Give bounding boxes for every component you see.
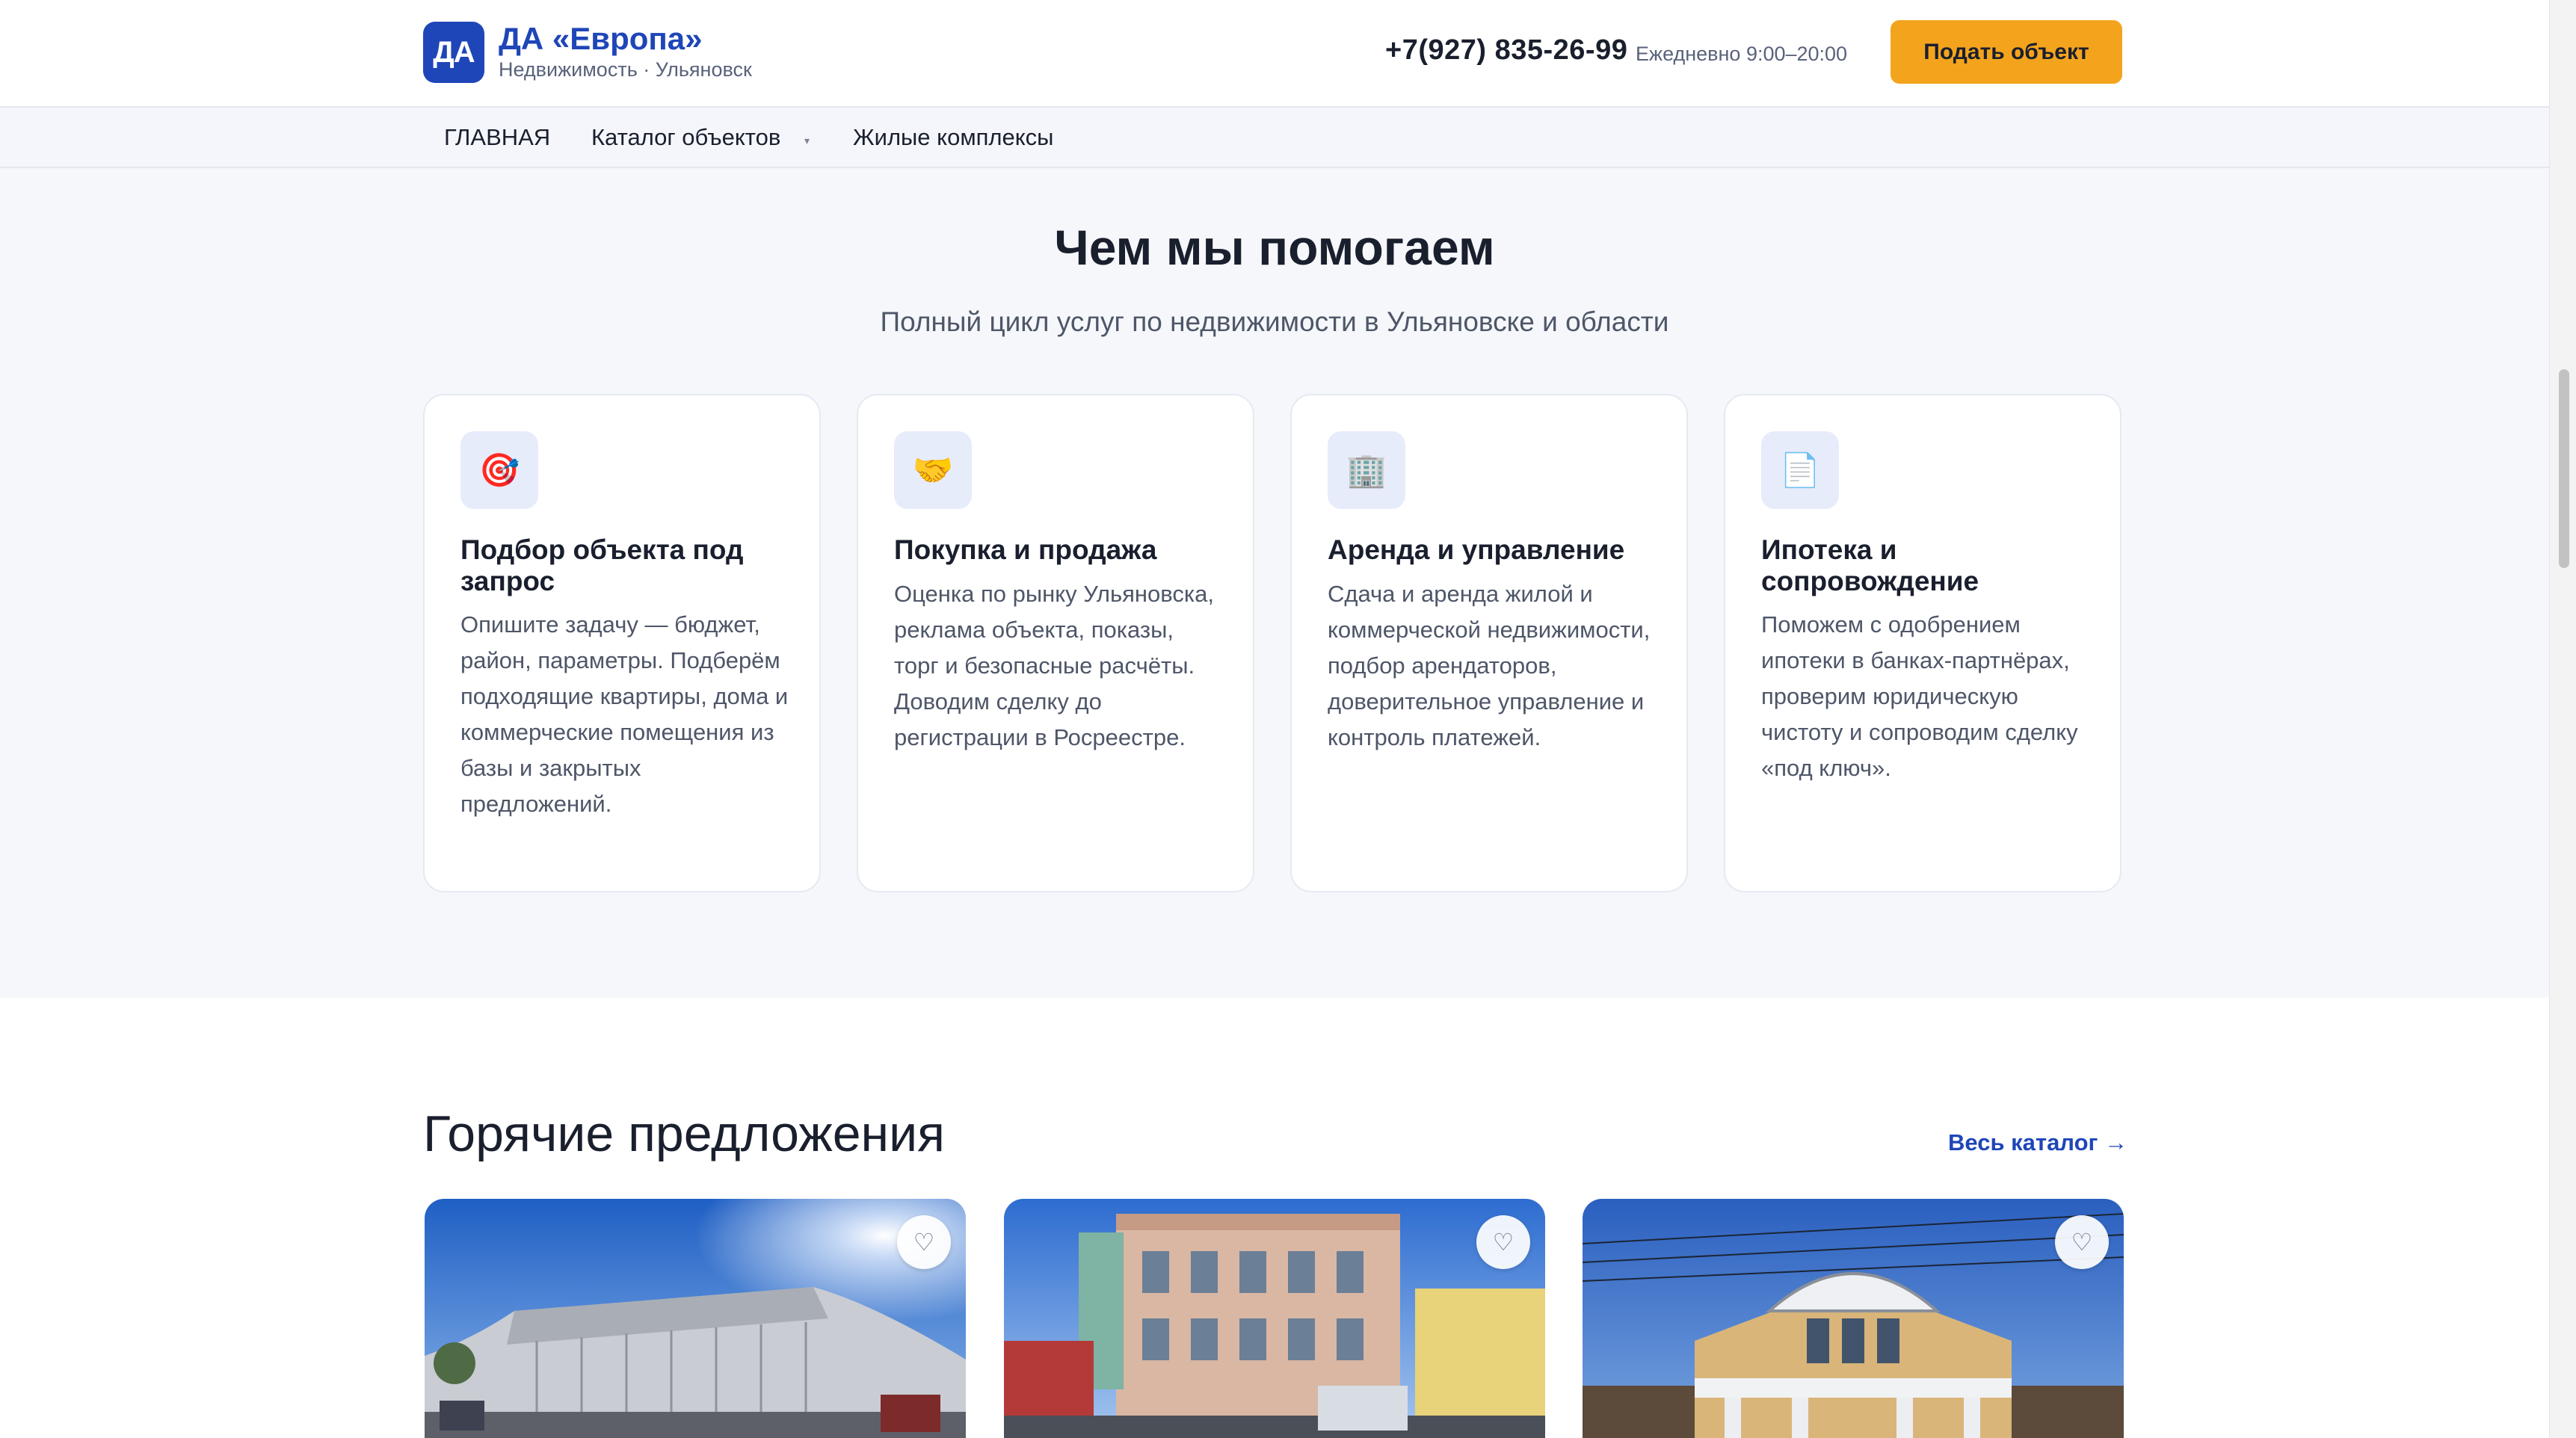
service-card-text: Поможем с одобрением ипотеки в банках-па… xyxy=(1761,611,2078,781)
services-title: Чем мы помогаем xyxy=(1054,220,1495,275)
service-card-mortgage[interactable]: 📄 Ипотека и сопровождение Поможем с одоб… xyxy=(1724,394,2121,892)
service-card-title: Ипотека и сопровождение xyxy=(1761,534,1979,596)
heart-icon[interactable]: ♡ xyxy=(897,1215,951,1269)
brand-name[interactable]: ДА «Европа» xyxy=(499,21,703,57)
main-nav: ГЛАВНАЯ Каталог объектов ▾ Жилые комплек… xyxy=(0,106,2549,168)
scrollbar-thumb[interactable] xyxy=(2559,369,2569,568)
heart-icon[interactable]: ♡ xyxy=(2055,1215,2109,1269)
offer-photo-house xyxy=(1583,1199,2124,1438)
hot-offers-title: Горячие предложения xyxy=(423,1105,945,1162)
service-card-selection[interactable]: 🎯 Подбор объекта под запрос Опишите зада… xyxy=(423,394,821,892)
offer-card[interactable]: ♡ xyxy=(1583,1199,2124,1438)
offer-photo-warehouse xyxy=(425,1199,966,1438)
page-scrollbar[interactable] xyxy=(2549,0,2576,1438)
site-header: ДА ДА «Европа» Недвижимость · Ульяновск … xyxy=(0,0,2549,106)
target-icon: 🎯 xyxy=(460,431,538,509)
heart-icon[interactable]: ♡ xyxy=(1476,1215,1530,1269)
service-card-text: Опишите задачу — бюджет, район, параметр… xyxy=(460,611,789,817)
working-hours: Ежедневно 9:00–20:00 xyxy=(1636,43,1848,65)
page-viewport: ДА ДА «Европа» Недвижимость · Ульяновск … xyxy=(0,0,2549,1438)
service-card-text: Оценка по рынку Ульяновска, реклама объе… xyxy=(894,581,1215,750)
phone-link[interactable]: +7(927) 835-26-99 xyxy=(1385,34,1627,67)
services-section: Чем мы помогаем Полный цикл услуг по нед… xyxy=(0,168,2549,998)
nav-item-home[interactable]: ГЛАВНАЯ xyxy=(444,124,550,151)
service-card-rent[interactable]: 🏢 Аренда и управление Сдача и аренда жил… xyxy=(1290,394,1688,892)
offer-photo-city-building xyxy=(1004,1199,1545,1438)
service-card-title: Подбор объекта под запрос xyxy=(460,534,744,596)
chevron-down-icon[interactable]: ▾ xyxy=(804,135,810,147)
service-card-title: Покупка и продажа xyxy=(894,534,1157,565)
service-card-text: Сдача и аренда жилой и коммерческой недв… xyxy=(1328,581,1651,750)
service-card-title: Аренда и управление xyxy=(1328,534,1625,565)
document-icon: 📄 xyxy=(1761,431,1839,509)
service-card-buy-sell[interactable]: 🤝 Покупка и продажа Оценка по рынку Улья… xyxy=(857,394,1254,892)
nav-item-complexes[interactable]: Жилые комплексы xyxy=(853,124,1053,151)
offer-card[interactable]: ♡ xyxy=(1004,1199,1545,1438)
full-catalog-link[interactable]: Весь каталог → xyxy=(1948,1129,2127,1156)
logo-badge[interactable]: ДА xyxy=(423,22,484,83)
nav-item-catalog[interactable]: Каталог объектов xyxy=(591,124,780,151)
services-subtitle: Полный цикл услуг по недвижимости в Улья… xyxy=(880,306,1669,337)
offer-card[interactable]: ♡ xyxy=(425,1199,966,1438)
submit-property-button[interactable]: Подать объект xyxy=(1891,20,2122,84)
office-building-icon: 🏢 xyxy=(1328,431,1405,509)
brand-subtitle: Недвижимость · Ульяновск xyxy=(499,58,752,81)
handshake-icon: 🤝 xyxy=(894,431,972,509)
